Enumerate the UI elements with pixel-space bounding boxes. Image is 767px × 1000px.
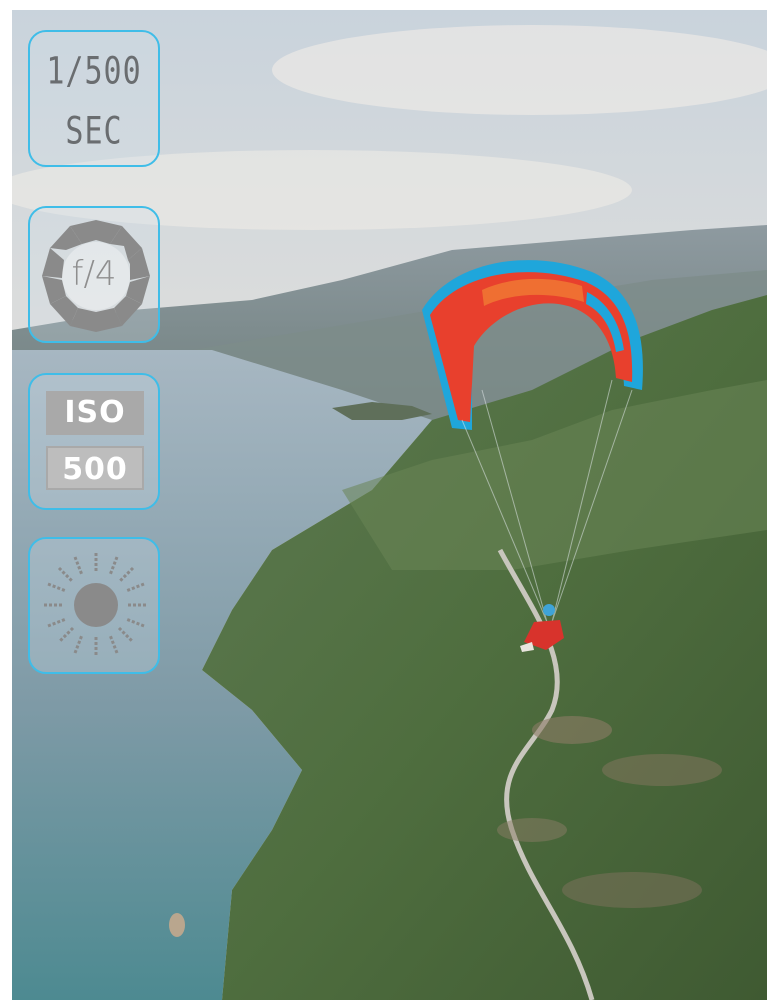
aperture-control[interactable]: f/4 bbox=[28, 206, 160, 343]
shutter-speed-control[interactable]: 1/500 SEC bbox=[28, 30, 160, 167]
shutter-speed-unit: SEC bbox=[65, 109, 123, 154]
shutter-speed-value: 1/500 bbox=[46, 49, 142, 94]
sun-exposure-icon bbox=[44, 553, 148, 657]
iso-value: 500 bbox=[46, 446, 144, 490]
aperture-value: f/4 bbox=[71, 254, 117, 294]
iso-control[interactable]: ISO 500 bbox=[28, 373, 160, 510]
photo-frame: 1/500 SEC f/4 ISO 500 bbox=[12, 10, 767, 1000]
exposure-control[interactable] bbox=[28, 537, 160, 674]
iso-label: ISO bbox=[46, 391, 144, 435]
